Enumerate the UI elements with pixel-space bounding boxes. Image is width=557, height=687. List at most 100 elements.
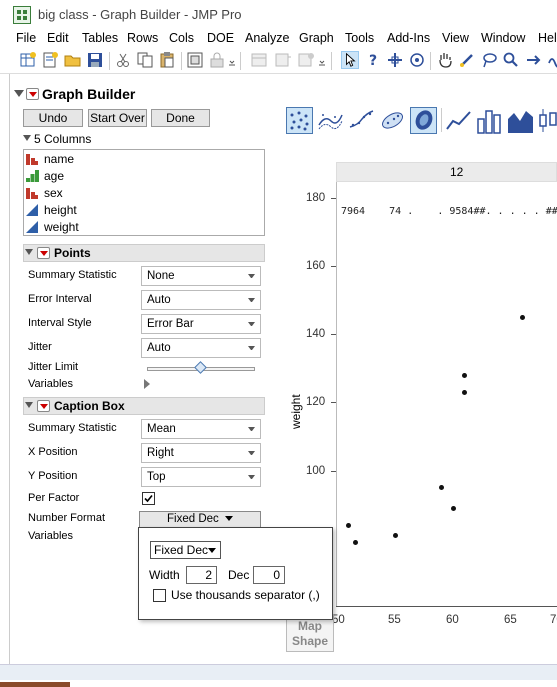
outline-disclosure-icon[interactable] — [14, 90, 24, 97]
add-rows-icon[interactable] — [274, 51, 292, 69]
menu-tools[interactable]: Tools — [345, 31, 374, 45]
format-type-dropdown[interactable]: Fixed Dec — [150, 541, 221, 559]
arrow-tool-icon[interactable] — [341, 51, 359, 69]
lock-icon[interactable] — [208, 51, 226, 69]
y-tick-mark — [331, 334, 336, 335]
y-axis-label[interactable]: weight — [289, 394, 303, 429]
copy-icon[interactable] — [136, 51, 154, 69]
selection-tool-icon[interactable] — [386, 51, 404, 69]
done-button[interactable]: Done — [151, 109, 210, 127]
open-folder-icon[interactable] — [64, 51, 82, 69]
smoother-element-icon[interactable] — [348, 107, 375, 134]
thousands-separator-checkbox[interactable] — [153, 589, 166, 602]
error-interval-label: Error Interval — [28, 293, 92, 305]
caption-summary-statistic-dropdown[interactable]: Mean — [141, 419, 261, 439]
ellipse-element-icon[interactable] — [379, 107, 406, 134]
menu-tables[interactable]: Tables — [82, 31, 118, 45]
points-section-title: Points — [54, 246, 91, 260]
chevron-down-icon — [248, 274, 255, 278]
dec-input[interactable]: 0 — [253, 566, 285, 584]
group-header-value: 12 — [450, 165, 464, 179]
caption-disclosure-icon[interactable] — [25, 402, 33, 408]
menu-help[interactable]: Help — [538, 31, 557, 45]
svg-text:?: ? — [369, 53, 377, 69]
contour-element-icon[interactable] — [317, 107, 344, 134]
journal-icon[interactable] — [186, 51, 204, 69]
text-annotate-icon[interactable] — [546, 51, 557, 69]
annotate-tool-icon[interactable] — [524, 51, 542, 69]
points-summary-statistic-dropdown[interactable]: None — [141, 266, 261, 286]
grabber-hand-icon[interactable] — [436, 51, 454, 69]
number-format-label: Number Format — [28, 512, 106, 524]
menu-view[interactable]: View — [442, 31, 469, 45]
toolbar-overflow-icon[interactable] — [318, 51, 326, 69]
columns-disclosure-icon[interactable] — [23, 135, 31, 141]
save-icon[interactable] — [86, 51, 104, 69]
points-element-icon[interactable] — [286, 107, 313, 134]
column-label: sex — [44, 186, 63, 200]
new-data-table-icon[interactable] — [19, 51, 37, 69]
red-triangle-menu-icon[interactable] — [26, 88, 39, 100]
cut-icon[interactable] — [114, 51, 132, 69]
area-element-icon[interactable] — [507, 107, 534, 134]
menu-addins[interactable]: Add-Ins — [387, 31, 430, 45]
y-position-dropdown[interactable]: Top — [141, 467, 261, 487]
nominal-icon — [26, 188, 38, 199]
caption-red-triangle-icon[interactable] — [37, 400, 50, 412]
per-factor-checkbox[interactable] — [142, 492, 155, 505]
points-red-triangle-icon[interactable] — [37, 247, 50, 259]
add-columns-icon[interactable] — [297, 51, 315, 69]
lasso-tool-icon[interactable] — [480, 51, 498, 69]
y-tick-mark — [331, 471, 336, 472]
x-position-dropdown[interactable]: Right — [141, 443, 261, 463]
dropdown-value: Auto — [147, 294, 171, 306]
paste-icon[interactable] — [158, 51, 176, 69]
column-label: age — [44, 169, 65, 183]
line-element-icon[interactable] — [445, 107, 472, 134]
dropdown-value: Top — [147, 471, 166, 483]
checkmark-icon — [144, 494, 153, 503]
heatmap-element-icon[interactable] — [410, 107, 437, 134]
menu-window[interactable]: Window — [481, 31, 525, 45]
menu-graph[interactable]: Graph — [299, 31, 334, 45]
new-script-icon[interactable] — [41, 51, 59, 69]
plot-frame[interactable] — [336, 182, 557, 606]
y-tick-label: 180 — [306, 192, 326, 204]
columns-header: 5 Columns — [34, 132, 92, 146]
points-variables-label: Variables — [28, 378, 74, 390]
jitter-limit-slider-thumb[interactable] — [194, 361, 207, 374]
group-x-header[interactable]: 12 — [336, 162, 557, 182]
palette-separator — [441, 108, 442, 132]
help-tool-icon[interactable]: ? — [364, 51, 382, 69]
menu-doe[interactable]: DOE — [207, 31, 234, 45]
format-type-value: Fixed Dec — [154, 543, 209, 557]
start-over-button[interactable]: Start Over — [88, 109, 147, 127]
jitter-dropdown[interactable]: Auto — [141, 338, 261, 358]
box-plot-element-icon[interactable] — [538, 107, 557, 134]
x-tick-label: 55 — [388, 614, 401, 626]
menu-file[interactable]: File — [16, 31, 36, 45]
menu-rows[interactable]: Rows — [127, 31, 158, 45]
toolbar: ? — [0, 48, 557, 74]
chevron-down-icon — [248, 451, 255, 455]
brush-tool-icon[interactable] — [458, 51, 476, 69]
width-input[interactable]: 2 — [186, 566, 217, 584]
variables-expand-icon[interactable] — [144, 379, 150, 389]
ordinal-icon — [26, 170, 39, 182]
menu-analyze[interactable]: Analyze — [245, 31, 289, 45]
column-label: height — [44, 203, 77, 217]
points-disclosure-icon[interactable] — [25, 249, 33, 255]
error-interval-dropdown[interactable]: Auto — [141, 290, 261, 310]
caret-down-icon — [224, 516, 233, 522]
interval-style-dropdown[interactable]: Error Bar — [141, 314, 261, 334]
column-list[interactable]: name age sex height weight — [23, 149, 265, 236]
magnifier-tool-icon[interactable] — [502, 51, 520, 69]
menu-edit[interactable]: Edit — [47, 31, 69, 45]
toolbar-overflow-icon[interactable] — [228, 51, 236, 69]
layout-icon[interactable] — [250, 51, 268, 69]
number-format-button[interactable]: Fixed Dec — [139, 511, 261, 528]
crosshair-tool-icon[interactable] — [408, 51, 426, 69]
menu-cols[interactable]: Cols — [169, 31, 194, 45]
bar-element-icon[interactable] — [476, 107, 503, 134]
undo-button[interactable]: Undo — [23, 109, 83, 127]
